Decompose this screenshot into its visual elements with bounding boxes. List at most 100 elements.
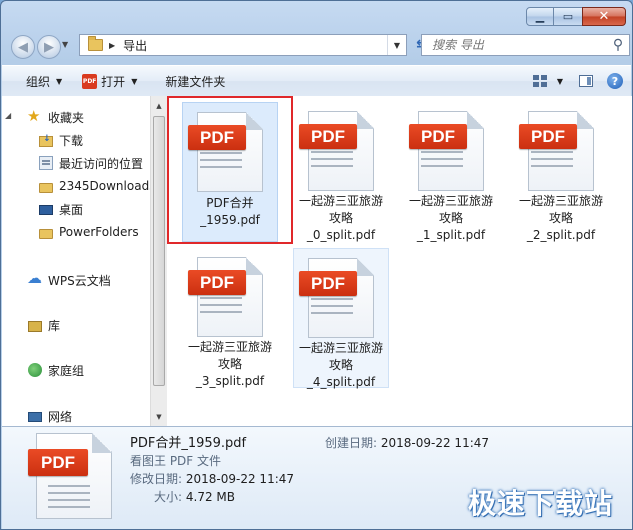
chevron-down-icon: ▼ bbox=[56, 76, 63, 86]
nav-wps-label: WPS云文档 bbox=[48, 273, 111, 288]
close-button[interactable]: ✕ bbox=[582, 7, 626, 26]
details-file-type: 看图王 PDF 文件 bbox=[130, 454, 222, 468]
address-bar[interactable]: ▶ 导出 ▼ bbox=[79, 34, 407, 56]
network-icon bbox=[28, 412, 42, 422]
file-item-split-3[interactable]: PDF 一起游三亚旅游 攻略 _3_split.pdf bbox=[182, 248, 278, 388]
file-name: 一起游三亚旅游 攻略 _2_split.pdf bbox=[518, 194, 603, 242]
folder-icon bbox=[39, 182, 53, 193]
details-created: 创建日期: 2018-09-22 11:47 bbox=[325, 436, 490, 450]
change-view-icon[interactable] bbox=[532, 75, 547, 87]
scrollbar-thumb[interactable] bbox=[153, 116, 165, 386]
details-pane: PDF PDF合并_1959.pdf 看图王 PDF 文件 修改日期: 2018… bbox=[2, 426, 632, 529]
nav-item-label: 桌面 bbox=[59, 202, 84, 217]
file-name: 一起游三亚旅游 攻略 _0_split.pdf bbox=[298, 194, 383, 242]
homegroup-icon bbox=[28, 363, 42, 377]
pdf-file-icon: PDF bbox=[299, 102, 383, 191]
nav-network[interactable]: 网络 bbox=[28, 406, 72, 426]
toolbar-right: ▼ ? bbox=[527, 73, 631, 89]
pdf-file-icon: PDF bbox=[409, 102, 493, 191]
downloads-folder-icon bbox=[39, 134, 53, 147]
minimize-button[interactable]: ▁ bbox=[526, 7, 554, 26]
desktop-icon bbox=[39, 205, 53, 215]
file-name: 一起游三亚旅游 攻略 _4_split.pdf bbox=[298, 341, 383, 389]
file-item-split-4[interactable]: PDF 一起游三亚旅游 攻略 _4_split.pdf bbox=[293, 248, 389, 389]
command-bar: 组织 ▼ PDF 打开 ▼ 新建文件夹 ▼ ? bbox=[2, 65, 631, 97]
pdf-file-icon: PDF bbox=[26, 433, 122, 525]
arrow-left-icon: ◀ bbox=[18, 39, 28, 55]
navigation-pane-scrollbar[interactable]: ▲ ▼ bbox=[150, 96, 167, 426]
recent-places-icon bbox=[39, 156, 53, 170]
minimize-icon: ▁ bbox=[535, 10, 545, 23]
details-created-value: 2018-09-22 11:47 bbox=[380, 436, 490, 450]
nav-item-2345downloads[interactable]: 2345Downloads bbox=[39, 176, 150, 196]
open-label: 打开 bbox=[101, 74, 126, 89]
highlight-frame bbox=[167, 96, 293, 244]
navigation-bar: ◀ ▶ ▼ ▶ 导出 ▼ ⇆ ⚲ bbox=[9, 34, 630, 59]
folder-icon bbox=[39, 228, 53, 239]
nav-homegroup-label: 家庭组 bbox=[48, 363, 85, 378]
address-history-dropdown[interactable]: ▼ bbox=[387, 35, 406, 55]
file-list-pane: PDF PDF合并 _1959.pdf PDF 一起游三亚旅游 攻略 _0_split… bbox=[167, 96, 632, 426]
search-box[interactable]: ⚲ bbox=[421, 34, 630, 56]
nav-homegroup[interactable]: 家庭组 bbox=[28, 360, 84, 380]
collapse-arrow-icon[interactable]: ◢ bbox=[5, 111, 11, 120]
nav-wps-cloud[interactable]: WPS云文档 bbox=[27, 269, 111, 290]
search-input[interactable] bbox=[422, 35, 607, 55]
maximize-button[interactable]: ▭ bbox=[553, 7, 583, 26]
star-icon bbox=[27, 107, 42, 125]
file-name: 一起游三亚旅游 攻略 _1_split.pdf bbox=[408, 194, 493, 242]
details-modified-value: 2018-09-22 11:47 bbox=[185, 472, 295, 486]
nav-item-powerfolders[interactable]: PowerFolders bbox=[39, 222, 139, 242]
details-size: 大小: 4.72 MB bbox=[154, 490, 235, 504]
nav-item-label: 下载 bbox=[59, 133, 84, 148]
file-item-split-0[interactable]: PDF 一起游三亚旅游 攻略 _0_split.pdf bbox=[293, 102, 389, 242]
window-caption-buttons: ▁ ▭ ✕ bbox=[526, 7, 626, 26]
nav-item-downloads[interactable]: 下载 bbox=[39, 130, 83, 150]
close-icon: ✕ bbox=[598, 9, 610, 24]
nav-item-label: 最近访问的位置 bbox=[59, 156, 144, 171]
nav-network-label: 网络 bbox=[48, 409, 73, 424]
new-folder-label: 新建文件夹 bbox=[165, 74, 226, 89]
cloud-icon bbox=[27, 269, 42, 287]
details-file-name: PDF合并_1959.pdf bbox=[130, 436, 247, 451]
file-item-split-1[interactable]: PDF 一起游三亚旅游 攻略 _1_split.pdf bbox=[403, 102, 499, 242]
navigation-pane: ◢ 收藏夹 下载 最近访问的位置 2345Downloads 桌面 PowerF… bbox=[2, 96, 150, 426]
breadcrumb-chevron-icon[interactable]: ▶ bbox=[109, 41, 115, 50]
new-folder-button[interactable]: 新建文件夹 bbox=[147, 68, 235, 94]
details-size-value: 4.72 MB bbox=[185, 490, 235, 504]
file-item-split-2[interactable]: PDF 一起游三亚旅游 攻略 _2_split.pdf bbox=[513, 102, 609, 242]
scroll-down-icon[interactable]: ▼ bbox=[151, 409, 167, 424]
forward-button[interactable]: ▶ bbox=[37, 35, 61, 59]
folder-icon bbox=[88, 36, 103, 51]
breadcrumb-current-folder[interactable]: 导出 bbox=[123, 37, 387, 54]
nav-library-label: 库 bbox=[48, 318, 61, 333]
nav-item-label: PowerFolders bbox=[59, 225, 139, 239]
watermark-logo: 极速下载站 bbox=[467, 487, 613, 520]
view-options-dropdown[interactable]: ▼ bbox=[557, 77, 563, 86]
nav-item-desktop[interactable]: 桌面 bbox=[39, 199, 83, 219]
search-icon[interactable]: ⚲ bbox=[607, 37, 629, 53]
help-icon[interactable]: ? bbox=[607, 73, 623, 89]
pdf-app-icon: PDF bbox=[82, 73, 98, 89]
recent-pages-dropdown[interactable]: ▼ bbox=[62, 40, 68, 49]
open-button[interactable]: PDF 打开 ▼ bbox=[72, 68, 147, 94]
organize-label: 组织 bbox=[26, 74, 51, 89]
nav-item-label: 2345Downloads bbox=[59, 179, 150, 193]
nav-favorites[interactable]: 收藏夹 bbox=[27, 107, 84, 127]
chevron-down-icon: ▼ bbox=[131, 76, 138, 86]
back-button[interactable]: ◀ bbox=[11, 35, 35, 59]
scroll-up-icon[interactable]: ▲ bbox=[151, 98, 167, 113]
pdf-file-icon: PDF bbox=[519, 102, 603, 191]
file-name: 一起游三亚旅游 攻略 _3_split.pdf bbox=[187, 340, 272, 388]
nav-libraries[interactable]: 库 bbox=[28, 315, 60, 335]
library-icon bbox=[28, 320, 42, 332]
details-modified: 修改日期: 2018-09-22 11:47 bbox=[130, 472, 295, 486]
preview-pane-icon[interactable] bbox=[579, 75, 593, 87]
pdf-file-icon: PDF bbox=[299, 249, 383, 338]
maximize-icon: ▭ bbox=[562, 10, 574, 23]
organize-button[interactable]: 组织 ▼ bbox=[2, 68, 72, 94]
explorer-window: ▁ ▭ ✕ ◀ ▶ ▼ ▶ 导出 ▼ ⇆ ⚲ 组织 ▼ PDF 打开 ▼ bbox=[0, 0, 633, 530]
pdf-file-icon: PDF bbox=[188, 248, 272, 337]
nav-item-recent-places[interactable]: 最近访问的位置 bbox=[39, 153, 143, 173]
arrow-right-icon: ▶ bbox=[44, 39, 54, 55]
